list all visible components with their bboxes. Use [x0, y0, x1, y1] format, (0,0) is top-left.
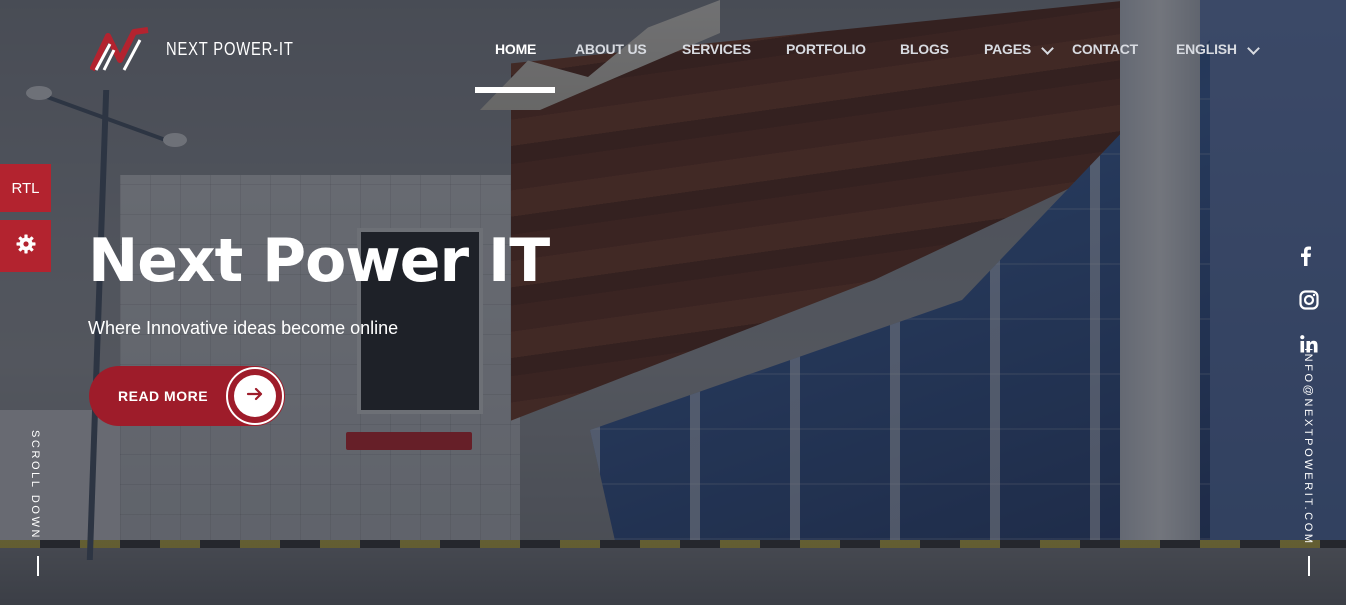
hero-background — [0, 0, 1346, 605]
active-nav-indicator — [475, 87, 555, 93]
read-more-button[interactable]: READ MORE — [89, 366, 285, 426]
settings-button[interactable] — [0, 220, 51, 272]
instagram-icon[interactable] — [1299, 290, 1319, 315]
nav-about-us[interactable]: ABOUT US — [575, 41, 647, 57]
hero-title: Next Power IT — [88, 226, 550, 297]
nav-services[interactable]: SERVICES — [682, 41, 751, 57]
nav-pages[interactable]: PAGES — [984, 41, 1031, 57]
brand-name: NEXT POWER-IT — [166, 38, 294, 59]
site-logo[interactable]: NEXT POWER-IT — [90, 26, 322, 72]
read-more-label: READ MORE — [118, 388, 209, 404]
rtl-toggle-button[interactable]: RTL — [0, 164, 51, 212]
scroll-down-label: SCROLL DOWN — [29, 430, 41, 541]
nav-portfolio[interactable]: PORTFOLIO — [786, 41, 866, 57]
read-more-arrow-circle — [226, 367, 284, 425]
arrow-right-icon — [246, 385, 264, 408]
logo-mark-icon — [90, 26, 152, 72]
right-line — [1308, 556, 1310, 576]
rtl-label: RTL — [11, 179, 40, 197]
gear-icon — [16, 234, 36, 259]
nav-home[interactable]: HOME — [495, 41, 536, 57]
email-link[interactable]: INFO@NEXTPOWERIT.COM — [1302, 348, 1314, 546]
scroll-line — [37, 556, 39, 576]
scroll-down-indicator[interactable]: SCROLL DOWN — [29, 430, 45, 540]
hero-subtitle: Where Innovative ideas become online — [88, 318, 399, 338]
nav-blogs[interactable]: BLOGS — [900, 41, 949, 57]
nav-contact[interactable]: CONTACT — [1072, 41, 1138, 57]
language-selector[interactable]: ENGLISH — [1176, 41, 1237, 57]
facebook-icon[interactable] — [1296, 246, 1316, 271]
